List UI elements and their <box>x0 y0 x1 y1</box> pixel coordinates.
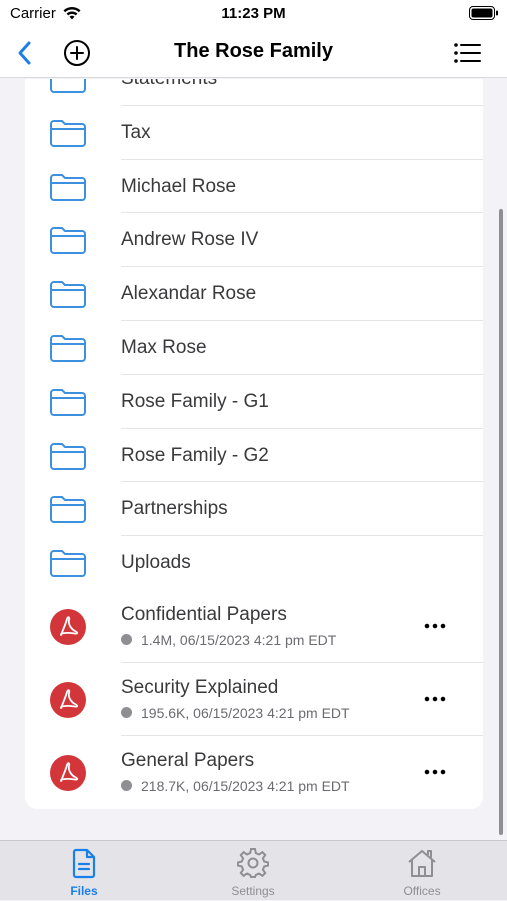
tab-offices[interactable]: Offices <box>362 841 482 901</box>
status-dot-icon <box>121 634 132 646</box>
folder-row[interactable]: Max Rose <box>25 321 483 375</box>
folder-row[interactable]: Rose Family - G2 <box>25 429 483 483</box>
tab-settings-label: Settings <box>231 884 275 898</box>
folder-row[interactable]: Michael Rose <box>25 160 483 214</box>
house-icon <box>408 850 436 877</box>
folder-name: Tax <box>121 121 151 143</box>
folder-row[interactable]: Andrew Rose IV <box>25 213 483 268</box>
pdf-file-icon <box>49 754 87 797</box>
tab-files[interactable]: Files <box>24 841 144 901</box>
file-row[interactable]: Confidential Papers 1.4M, 06/15/2023 4:21… <box>25 590 483 663</box>
battery-icon <box>469 6 498 20</box>
file-row[interactable]: General Papers 218.7K, 06/15/2023 4:21 pm… <box>25 736 483 809</box>
status-bar: Carrier 11:23 PM <box>0 0 507 28</box>
folder-name: Alexandar Rose <box>121 283 257 305</box>
status-time: 11:23 PM <box>221 5 286 22</box>
tab-offices-label: Offices <box>403 884 441 898</box>
file-browser-content[interactable]: Statements Tax Michael Rose Andrew Rose IV A… <box>0 79 507 840</box>
file-size-date: 218.7K, 06/15/2023 4:21 pm EDT <box>141 777 350 794</box>
file-details: 1.4M, 06/15/2023 4:21 pm EDT <box>121 632 336 648</box>
folder-name: Uploads <box>121 552 191 574</box>
gear-icon <box>237 848 269 878</box>
folder-row[interactable]: Alexandar Rose <box>25 267 483 321</box>
folder-icon <box>49 279 87 314</box>
folder-icon <box>49 172 87 207</box>
tab-bar: Files Settings Offices <box>0 840 507 900</box>
page-title: The Rose Family <box>174 40 333 62</box>
folder-row[interactable]: Partnerships <box>25 482 483 537</box>
file-name: Confidential Papers <box>121 603 287 625</box>
folder-name: Andrew Rose IV <box>121 229 259 251</box>
file-name: Security Explained <box>121 676 279 698</box>
navigation-bar: The Rose Family <box>0 28 507 78</box>
folder-name: Rose Family - G1 <box>121 390 269 412</box>
document-icon <box>72 848 96 879</box>
pdf-file-icon <box>49 608 87 651</box>
status-dot-icon <box>121 780 132 792</box>
folder-row[interactable]: Rose Family - G1 <box>25 375 483 429</box>
more-options-icon[interactable] <box>423 687 447 711</box>
folder-icon <box>49 494 87 529</box>
more-options-icon[interactable] <box>423 760 447 784</box>
file-name: General Papers <box>121 749 255 771</box>
folder-name: Michael Rose <box>121 175 237 197</box>
back-chevron-icon[interactable] <box>12 38 38 68</box>
folder-icon <box>49 118 87 153</box>
folder-icon <box>49 225 87 260</box>
file-list: Statements Tax Michael Rose Andrew Rose IV A… <box>25 79 483 809</box>
list-view-icon[interactable] <box>453 40 481 66</box>
folder-name: Max Rose <box>121 336 207 358</box>
folder-row[interactable]: Tax <box>25 106 483 160</box>
folder-icon <box>49 387 87 422</box>
tab-settings[interactable]: Settings <box>193 841 313 901</box>
folder-row[interactable]: Statements <box>25 79 483 106</box>
add-circle-icon[interactable] <box>62 38 92 68</box>
pdf-file-icon <box>49 681 87 724</box>
file-row[interactable]: Security Explained 195.6K, 06/15/2023 4:2… <box>25 663 483 736</box>
folder-row[interactable]: Uploads <box>25 536 483 590</box>
folder-name: Partnerships <box>121 498 228 520</box>
folder-icon <box>49 333 87 368</box>
folder-icon <box>49 548 87 583</box>
tab-files-label: Files <box>70 884 98 898</box>
scrollbar[interactable] <box>499 209 503 835</box>
folder-icon <box>49 79 87 99</box>
folder-name: Rose Family - G2 <box>121 444 269 466</box>
file-details: 218.7K, 06/15/2023 4:21 pm EDT <box>121 778 350 794</box>
more-options-icon[interactable] <box>423 614 447 638</box>
file-size-date: 195.6K, 06/15/2023 4:21 pm EDT <box>141 704 350 721</box>
folder-name: Statements <box>121 79 217 90</box>
folder-icon <box>49 441 87 476</box>
file-details: 195.6K, 06/15/2023 4:21 pm EDT <box>121 705 350 721</box>
status-dot-icon <box>121 707 132 719</box>
file-size-date: 1.4M, 06/15/2023 4:21 pm EDT <box>141 631 337 648</box>
